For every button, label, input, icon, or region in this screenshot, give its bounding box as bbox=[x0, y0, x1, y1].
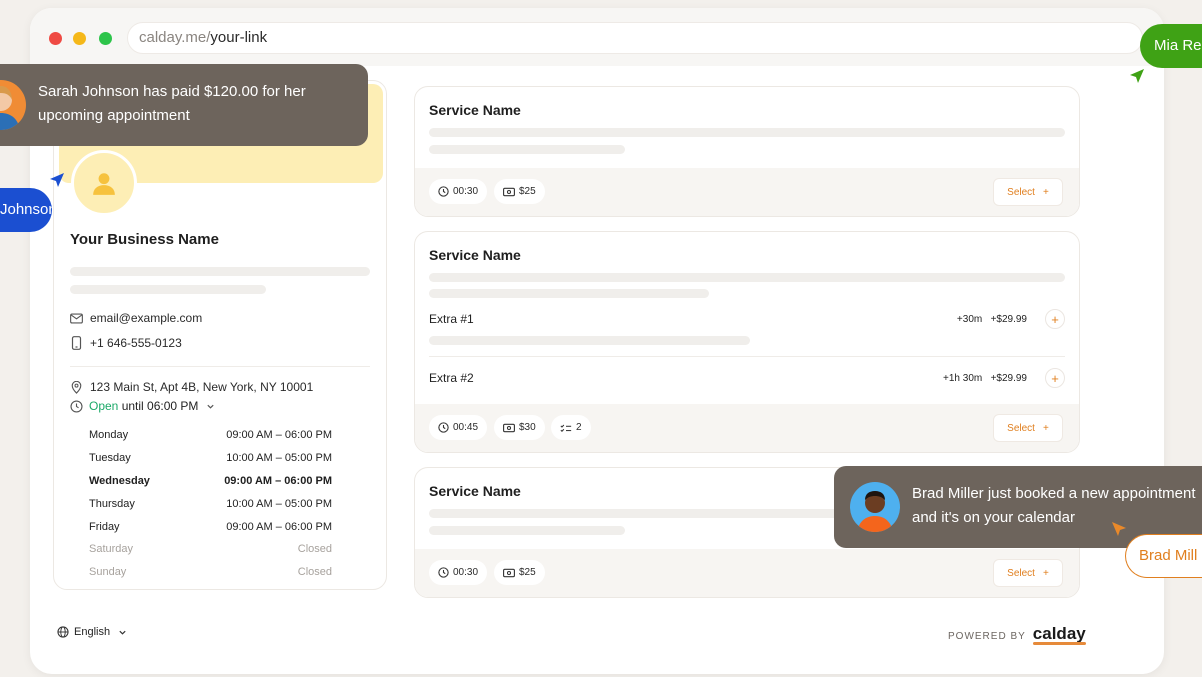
duration-chip: 00:30 bbox=[429, 179, 488, 204]
cash-icon bbox=[503, 423, 515, 432]
phone-icon bbox=[71, 336, 82, 350]
business-avatar bbox=[71, 150, 137, 216]
cursor-label-blue: Johnson bbox=[0, 188, 52, 232]
language-selector[interactable]: English bbox=[57, 626, 127, 638]
service-footer: 00:30 $25 Select + bbox=[415, 168, 1079, 216]
chevron-down-icon bbox=[119, 630, 126, 635]
service-footer: 00:45 $30 2 Select + bbox=[415, 404, 1079, 452]
payment-text-line1: Sarah Johnson has paid $120.00 for her bbox=[38, 83, 306, 100]
mail-icon bbox=[70, 312, 83, 324]
hours-row-sunday: Sunday Closed bbox=[89, 566, 332, 579]
minimize-window-button[interactable] bbox=[73, 32, 86, 45]
clock-icon bbox=[438, 422, 449, 433]
email-text: email@example.com bbox=[90, 311, 203, 325]
open-until: until 06:00 PM bbox=[121, 399, 199, 413]
clock-icon bbox=[70, 399, 83, 413]
extra-meta: +30m +$29.99 bbox=[956, 313, 1027, 325]
hours-row-monday: Monday 09:00 AM – 06:00 PM bbox=[89, 429, 332, 442]
list-check-icon bbox=[560, 424, 572, 432]
address-text: 123 Main St, Apt 4B, New York, NY 10001 bbox=[90, 380, 314, 394]
payment-notification: Sarah Johnson has paid $120.00 for her u… bbox=[0, 64, 368, 146]
hours-row-thursday: Thursday 10:00 AM – 05:00 PM bbox=[89, 497, 332, 510]
cursor-label-green: Mia Re bbox=[1140, 24, 1202, 68]
phone-text: +1 646-555-0123 bbox=[90, 336, 182, 350]
booking-text-line1: Brad Miller just booked a new appointmen… bbox=[912, 485, 1196, 502]
cursor-arrow-icon bbox=[50, 173, 64, 187]
service-title: Service Name bbox=[429, 483, 521, 499]
add-extra-button[interactable]: + bbox=[1045, 368, 1065, 388]
service-description-placeholder bbox=[429, 145, 625, 154]
globe-icon bbox=[57, 626, 69, 638]
price-chip: $25 bbox=[494, 179, 545, 204]
url-host: calday.me/ bbox=[139, 29, 211, 46]
service-description-placeholder bbox=[429, 128, 1065, 137]
service-description-placeholder bbox=[429, 289, 709, 298]
duration-chip: 00:30 bbox=[429, 560, 488, 585]
browser-topbar: calday.me/your-link bbox=[30, 8, 1164, 66]
select-service-button[interactable]: Select + bbox=[993, 414, 1063, 442]
address-bar[interactable]: calday.me/your-link bbox=[127, 22, 1143, 54]
clock-icon bbox=[438, 186, 449, 197]
powered-by-text: POWERED BY bbox=[948, 630, 1026, 642]
service-description-placeholder bbox=[429, 526, 625, 535]
plus-icon: + bbox=[1042, 567, 1049, 579]
price-chip: $30 bbox=[494, 415, 545, 440]
clock-icon bbox=[438, 567, 449, 578]
divider bbox=[429, 356, 1065, 357]
extra-name: Extra #1 bbox=[429, 312, 474, 326]
service-card[interactable]: Service Name 00:30 $25 Select + bbox=[414, 86, 1080, 217]
business-name: Your Business Name bbox=[70, 231, 219, 248]
extra-option-row: Extra #2 +1h 30m +$29.99 + bbox=[429, 367, 1065, 389]
cash-icon bbox=[503, 187, 515, 196]
cash-icon bbox=[503, 568, 515, 577]
divider bbox=[70, 366, 370, 367]
hours-row-wednesday: Wednesday 09:00 AM – 06:00 PM bbox=[89, 474, 332, 487]
cursor-arrow-icon bbox=[1112, 522, 1126, 536]
phone-contact[interactable]: +1 646-555-0123 bbox=[70, 336, 182, 350]
calday-logo: calday bbox=[1032, 624, 1086, 645]
open-status: Open bbox=[89, 399, 119, 413]
avatar-brad bbox=[850, 482, 900, 532]
user-icon bbox=[93, 173, 115, 195]
opening-hours-toggle[interactable]: Open until 06:00 PM bbox=[70, 399, 215, 413]
hours-list: Monday 09:00 AM – 06:00 PM Tuesday 10:00 A… bbox=[89, 424, 332, 584]
cursor-label-orange: Brad Mill bbox=[1125, 534, 1202, 578]
chevron-down-icon bbox=[207, 404, 215, 409]
url-path: your-link bbox=[210, 29, 268, 46]
booking-text-line2: and it's on your calendar bbox=[912, 509, 1075, 526]
hours-row-friday: Friday 09:00 AM – 06:00 PM bbox=[89, 520, 332, 533]
extra-option-row: Extra #1 +30m +$29.99 + bbox=[429, 308, 1065, 330]
add-extra-button[interactable]: + bbox=[1045, 309, 1065, 329]
extra-name: Extra #2 bbox=[429, 371, 474, 385]
description-placeholder bbox=[70, 267, 370, 276]
service-footer: 00:30 $25 Select + bbox=[415, 549, 1079, 597]
service-title: Service Name bbox=[429, 102, 521, 118]
plus-icon: + bbox=[1042, 186, 1049, 198]
service-description-placeholder bbox=[429, 273, 1065, 282]
language-label: English bbox=[74, 626, 111, 638]
business-profile-card: Your Business Name email@example.com +1 … bbox=[53, 80, 387, 590]
duration-chip: 00:45 bbox=[429, 415, 488, 440]
close-window-button[interactable] bbox=[49, 32, 62, 45]
maximize-window-button[interactable] bbox=[99, 32, 112, 45]
description-placeholder bbox=[70, 285, 266, 294]
plus-icon: + bbox=[1042, 422, 1049, 434]
hours-row-saturday: Saturday Closed bbox=[89, 543, 332, 556]
location-pin-icon bbox=[71, 380, 82, 394]
extra-meta: +1h 30m +$29.99 bbox=[943, 372, 1027, 384]
extras-count-chip: 2 bbox=[551, 415, 591, 440]
powered-by-badge[interactable]: POWERED BY calday bbox=[948, 624, 1086, 646]
payment-text-line2: upcoming appointment bbox=[38, 107, 190, 124]
service-card[interactable]: Service Name Extra #1 +30m +$29.99 + Ext… bbox=[414, 231, 1080, 453]
hours-row-tuesday: Tuesday 10:00 AM – 05:00 PM bbox=[89, 452, 332, 465]
email-contact[interactable]: email@example.com bbox=[70, 311, 202, 325]
select-service-button[interactable]: Select + bbox=[993, 559, 1063, 587]
select-service-button[interactable]: Select + bbox=[993, 178, 1063, 206]
extra-description-placeholder bbox=[429, 336, 750, 345]
cursor-arrow-icon bbox=[1130, 69, 1144, 83]
service-title: Service Name bbox=[429, 247, 521, 263]
avatar-sarah bbox=[0, 80, 26, 130]
address-contact[interactable]: 123 Main St, Apt 4B, New York, NY 10001 bbox=[70, 380, 313, 394]
price-chip: $25 bbox=[494, 560, 545, 585]
